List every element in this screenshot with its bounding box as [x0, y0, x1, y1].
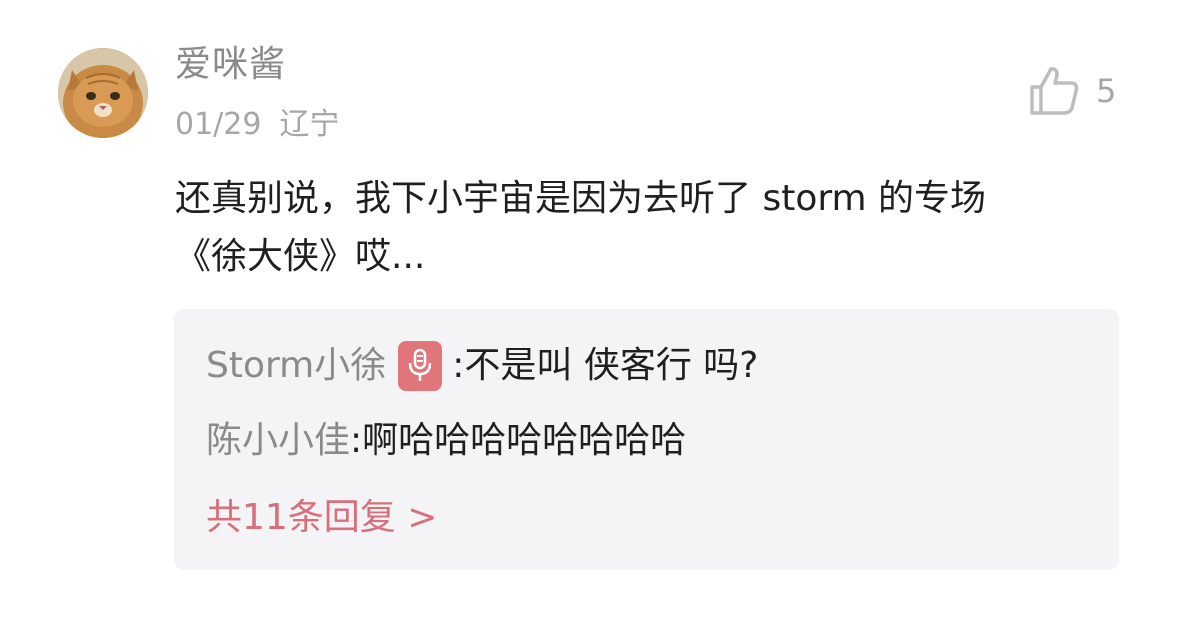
cat-avatar-image	[58, 48, 148, 138]
microphone-icon	[398, 341, 443, 391]
reply-separator: :	[452, 345, 465, 386]
reply-content: 啊哈哈哈哈哈哈哈哈	[362, 420, 687, 461]
reply-separator: :	[350, 420, 363, 461]
view-all-replies-link[interactable]: 共11条回复 >	[206, 492, 437, 544]
reply-item[interactable]: 陈小小佳: 啊哈哈哈哈哈哈哈哈	[206, 415, 686, 467]
reply-author[interactable]: Storm小徐	[206, 340, 386, 392]
reply-author[interactable]: 陈小小佳	[206, 415, 350, 467]
avatar[interactable]	[58, 48, 148, 138]
comment-text: 还真别说，我下小宇宙是因为去听了 storm 的专场 《徐大侠》哎...	[175, 170, 1115, 286]
comment-text-line: 《徐大侠》哎...	[175, 236, 426, 277]
thumbs-up-icon	[1030, 67, 1079, 115]
comment-date: 01/29	[175, 107, 262, 142]
reply-content: 不是叫 侠客行 吗?	[464, 345, 759, 386]
comment-meta: 01/29 辽宁	[175, 103, 339, 147]
reply-item[interactable]: Storm小徐 : 不是叫 侠客行 吗?	[206, 340, 758, 392]
comment-text-line: 还真别说，我下小宇宙是因为去听了 storm 的专场	[175, 178, 987, 219]
like-button[interactable]: 5	[1026, 62, 1116, 120]
comment-location: 辽宁	[279, 107, 340, 142]
username[interactable]: 爱咪酱	[175, 40, 286, 90]
like-count: 5	[1096, 72, 1117, 110]
comment-card: 爱咪酱 01/29 辽宁 5 还真别说，我下小宇宙是因为去听了 storm 的专场…	[0, 0, 1179, 642]
